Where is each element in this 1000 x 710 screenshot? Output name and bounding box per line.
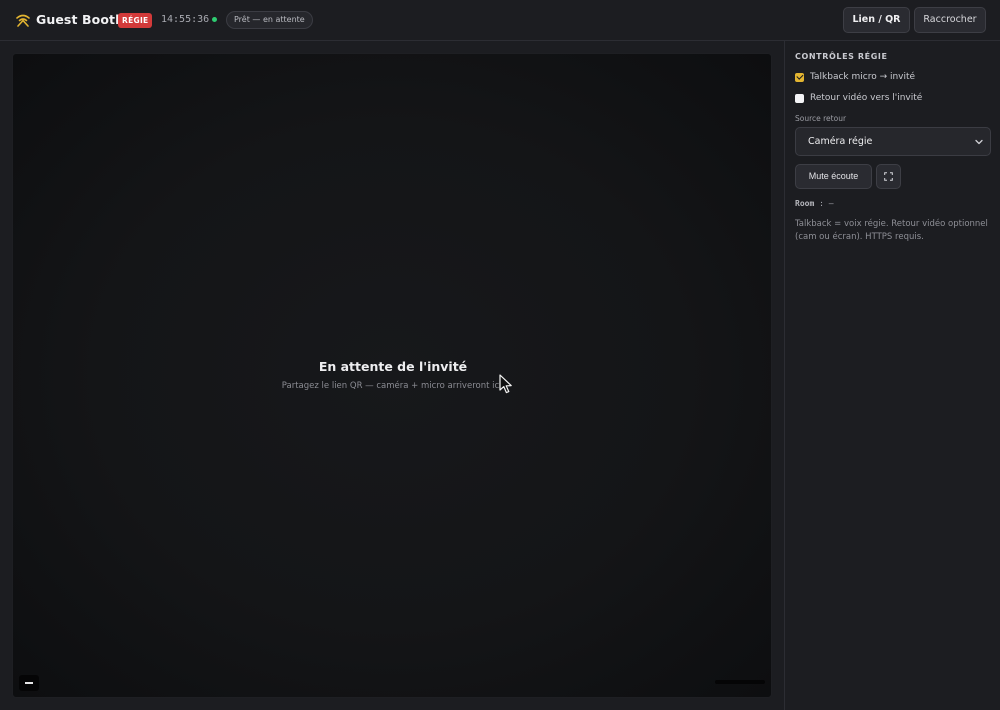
mute-listen-button[interactable]: Mute écoute bbox=[795, 164, 872, 189]
status-pill: Prêt — en attente bbox=[226, 11, 313, 29]
source-return-label: Source retour bbox=[795, 114, 847, 123]
help-text: Talkback = voix régie. Retour vidéo opti… bbox=[795, 219, 988, 242]
chevron-down-icon bbox=[975, 139, 983, 145]
role-badge: RÉGIE bbox=[118, 13, 153, 28]
stage-title: En attente de l'invité bbox=[318, 359, 468, 374]
mic-level-indicator bbox=[19, 675, 39, 691]
live-dot-icon bbox=[212, 17, 217, 22]
guest-video-stage: En attente de l'invité Partagez le lien … bbox=[12, 53, 772, 698]
talkback-checkbox[interactable] bbox=[795, 72, 804, 82]
link-qr-button[interactable]: Lien / QR bbox=[843, 7, 910, 33]
source-return-value: Caméra régie bbox=[808, 136, 873, 147]
room-value: — bbox=[828, 199, 834, 208]
room-separator: : bbox=[819, 199, 824, 208]
talkback-label: Talkback micro → invité bbox=[810, 72, 916, 82]
room-label: Room bbox=[795, 199, 815, 208]
fullscreen-button[interactable] bbox=[876, 164, 901, 189]
source-return-select[interactable]: Caméra régie bbox=[795, 127, 991, 156]
audio-level-bar bbox=[715, 680, 765, 684]
room-info: Room : — bbox=[795, 199, 834, 208]
app-title: Guest Booth bbox=[36, 12, 125, 27]
video-return-toggle[interactable]: Retour vidéo vers l'invité bbox=[795, 91, 922, 105]
clock: 14:55:36 bbox=[161, 14, 210, 25]
top-bar: Guest Booth RÉGIE 14:55:36 Prêt — en att… bbox=[0, 0, 1000, 41]
video-return-checkbox[interactable] bbox=[795, 93, 804, 103]
hangup-button[interactable]: Raccrocher bbox=[914, 7, 986, 33]
mic-level-bar bbox=[25, 682, 33, 684]
stage-subtitle: Partagez le lien QR — caméra + micro arr… bbox=[281, 381, 505, 391]
video-return-label: Retour vidéo vers l'invité bbox=[810, 93, 923, 103]
mouse-cursor-icon bbox=[499, 374, 512, 394]
sidebar-heading: CONTRÔLES RÉGIE bbox=[795, 52, 888, 61]
talkback-toggle[interactable]: Talkback micro → invité bbox=[795, 70, 915, 84]
fullscreen-icon bbox=[884, 172, 893, 181]
broadcast-icon bbox=[16, 14, 30, 27]
control-sidebar: CONTRÔLES RÉGIE Talkback micro → invité … bbox=[784, 41, 1000, 710]
